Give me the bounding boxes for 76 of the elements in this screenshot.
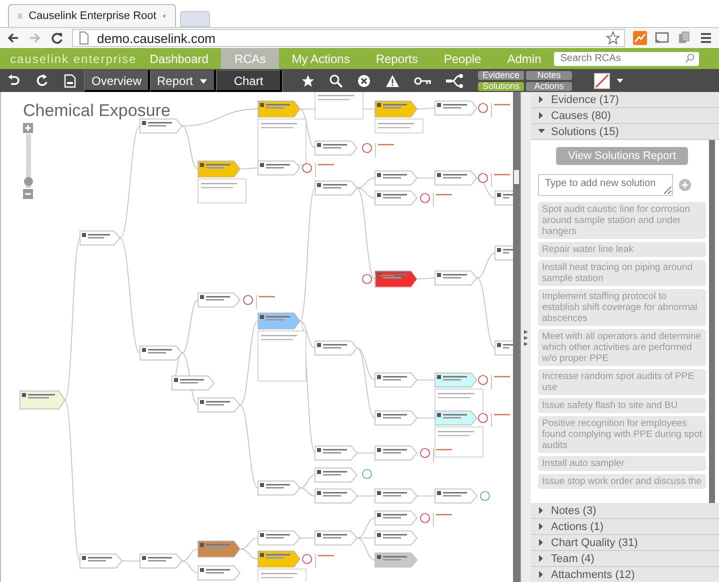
solution-item[interactable]: Install auto sampler <box>538 456 706 471</box>
warning-icon <box>385 74 400 88</box>
extension-icon <box>677 31 691 45</box>
view-report-button[interactable]: View Solutions Report <box>556 147 688 165</box>
branch-icon <box>446 74 464 88</box>
nav-tab[interactable]: Dashboard <box>136 48 222 69</box>
color-swatch-icon <box>594 72 610 88</box>
view-tab[interactable]: Report <box>150 69 216 92</box>
zoom-in-button[interactable] <box>23 123 33 133</box>
solution-item[interactable]: Increase random spot audits of PPE use <box>538 369 706 395</box>
search-icon <box>329 74 343 88</box>
view-tab[interactable]: Overview <box>84 69 150 92</box>
nav-tab[interactable]: Admin <box>494 48 554 69</box>
scrollbar[interactable] <box>709 140 715 503</box>
nav-tab[interactable]: RCAs <box>221 48 279 69</box>
star-icon <box>606 31 620 45</box>
search-icon <box>684 53 696 64</box>
solution-item[interactable]: Issue safety flash to site and BU <box>538 398 706 413</box>
scrollbar[interactable] <box>513 92 520 582</box>
collapse-handle-icon <box>524 330 528 346</box>
panel-section-header[interactable]: Team (4) <box>531 551 719 567</box>
solution-item[interactable]: Issue stop work order and discuss the <box>538 474 706 489</box>
panel-section-header[interactable]: Notes (3) <box>531 503 719 519</box>
panel-tab[interactable]: Solutions <box>478 82 524 91</box>
triangle-icon <box>538 555 545 562</box>
triangle-icon <box>538 112 545 119</box>
panel-section-header[interactable]: Actions (1) <box>531 519 719 535</box>
star-icon <box>301 74 315 88</box>
plus-icon <box>24 124 32 132</box>
search-field[interactable]: Search RCAs <box>554 52 700 66</box>
triangle-icon <box>538 523 545 530</box>
forward-arrow-icon <box>28 31 42 45</box>
solution-item[interactable]: Meet with all operators and determine which other activities are performed w/o proper PPE <box>538 329 706 366</box>
address-bar[interactable]: demo.causelink.com <box>72 29 625 47</box>
triangle-icon <box>538 539 545 546</box>
document-icon <box>63 74 77 88</box>
view-tab[interactable]: Chart <box>216 69 282 92</box>
zoom-out-button[interactable] <box>23 189 33 199</box>
page-icon <box>77 31 91 45</box>
caret-icon <box>616 77 624 84</box>
reload-icon <box>50 31 64 45</box>
panel-tab[interactable]: Actions <box>526 82 572 91</box>
minus-icon <box>24 190 32 198</box>
panel-tab[interactable]: Notes <box>526 71 572 80</box>
solution-item[interactable]: Spot audit caustic line for corrosion around sample station and under hangers <box>538 202 706 239</box>
triangle-icon <box>538 128 545 135</box>
back-arrow-icon <box>6 31 20 45</box>
undo-icon <box>7 74 21 88</box>
chart-title: Chemical Exposure <box>23 101 170 121</box>
panel-section-header[interactable]: Evidence (17) <box>531 92 719 108</box>
panel-section-header[interactable]: Causes (80) <box>531 108 719 124</box>
panel-tab[interactable]: Evidence <box>478 71 524 80</box>
redo-icon <box>35 74 49 88</box>
chart-extension-icon <box>633 31 647 45</box>
nav-tab[interactable]: My Actions <box>278 48 363 69</box>
panel-section-header[interactable]: Solutions (15) <box>531 124 719 140</box>
nav-tab[interactable]: People <box>430 48 494 69</box>
cancel-icon <box>357 74 371 88</box>
menu-icon <box>699 31 713 45</box>
triangle-icon <box>538 507 545 514</box>
app-logo: causelink enterprise <box>9 52 137 66</box>
zoom-slider[interactable] <box>26 134 30 188</box>
solution-item[interactable]: Positive recognition for employees found complying with PPE during spot audits <box>538 416 706 453</box>
triangle-icon <box>538 571 545 578</box>
caret-icon <box>199 76 208 84</box>
solution-item[interactable]: Install heat tracing on piping around sample station <box>538 260 706 286</box>
add-icon <box>679 179 691 191</box>
new-solution-field[interactable]: Type to add new solution <box>538 174 673 196</box>
zoom-slider-thumb[interactable] <box>24 176 32 186</box>
solution-item[interactable]: Repair water line leak <box>538 242 706 257</box>
browser-tab[interactable]: Causelink Enterprise Root <box>8 4 176 27</box>
triangle-icon <box>538 96 545 103</box>
nav-tab[interactable]: Reports <box>362 48 431 69</box>
solution-item[interactable]: Implement staffing protocol to establish shift coverage for abnormal abscences <box>538 289 706 326</box>
cast-icon <box>655 31 669 45</box>
panel-section-header[interactable]: Chart Quality (31) <box>531 535 719 551</box>
